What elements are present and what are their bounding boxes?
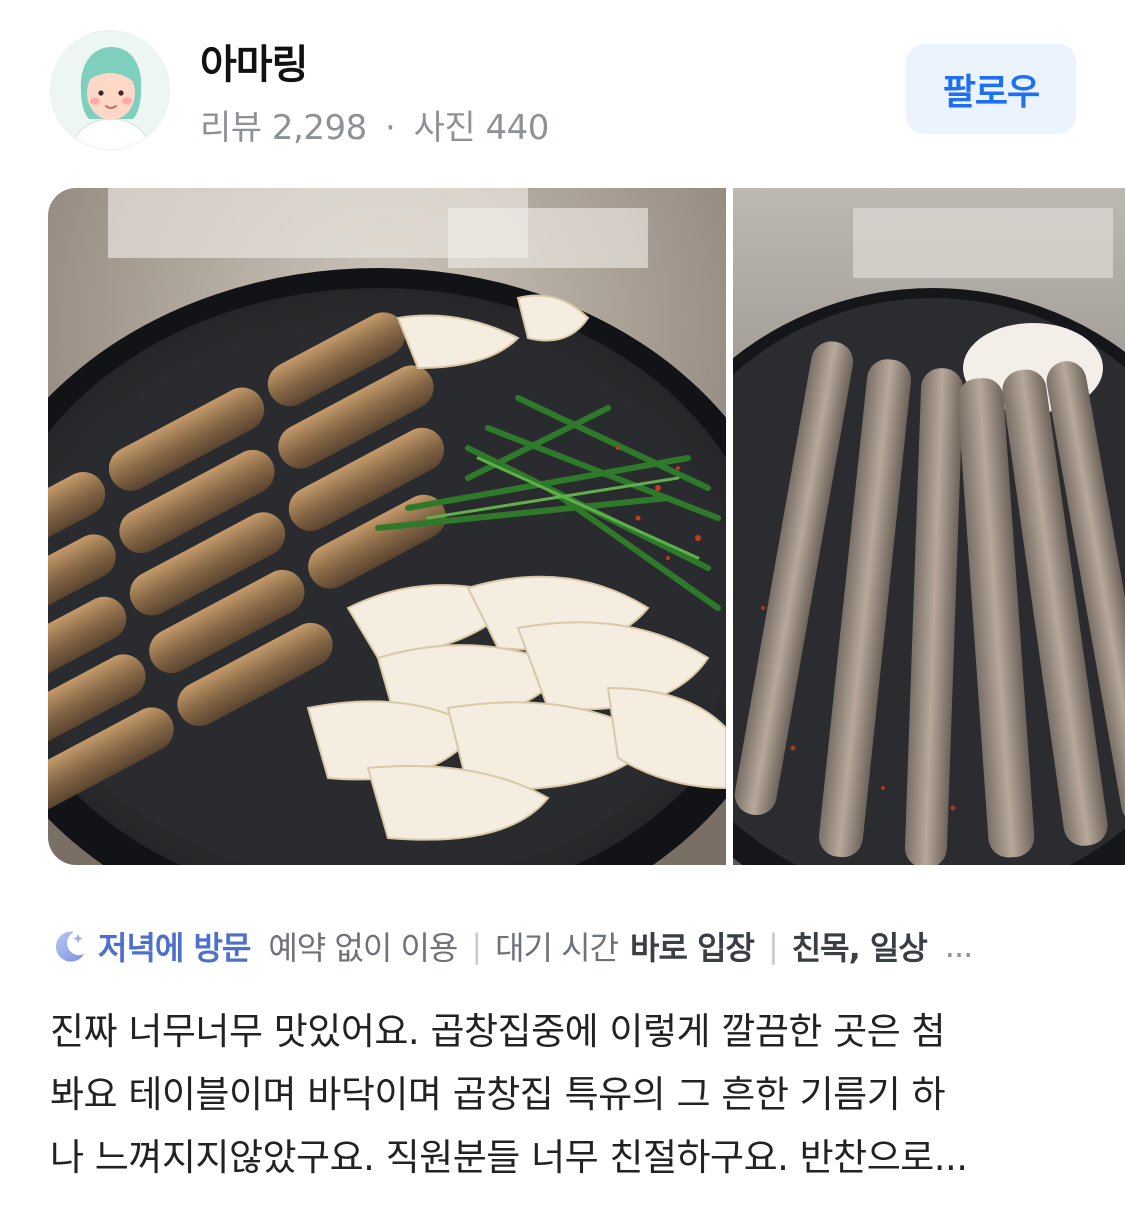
review-photo-1[interactable] (48, 188, 726, 865)
photo-label: 사진 (413, 108, 476, 148)
user-stats: 리뷰 2,298 · 사진 440 (200, 100, 549, 149)
tag-separator: | (471, 927, 482, 965)
food-photo-icon (733, 188, 1125, 865)
review-line: 봐요 테이블이며 바닥이며 곱창집 특유의 그 흔한 기름기 하 (50, 1073, 946, 1116)
avatar-illustration-icon (51, 31, 169, 149)
reservation-tag: 예약 없이 이용 (268, 929, 458, 967)
wait-value: 바로 입장 (630, 929, 755, 967)
review-text[interactable]: 진짜 너무너무 맛있어요. 곱창집중에 이렇게 깔끔한 곳은 첨 봐요 테이블이… (50, 1000, 1080, 1189)
visit-tags: 저녁에 방문 예약 없이 이용 | 대기 시간 바로 입장 | 친목, 일상 .… (50, 922, 1090, 970)
food-photo-icon (48, 188, 726, 865)
tag-separator: | (767, 927, 779, 965)
user-name[interactable]: 아마링 (200, 32, 308, 90)
review-count: 2,298 (271, 108, 367, 148)
more-tags-button[interactable]: ... (945, 927, 973, 965)
moon-icon (55, 931, 84, 962)
review-label: 리뷰 (200, 108, 262, 148)
follow-button[interactable]: 팔로우 (906, 44, 1076, 134)
stats-separator: · (385, 108, 396, 148)
avatar[interactable] (50, 30, 170, 150)
review-line: 나 느껴지지않았구요. 직원분들 너무 친절하구요. 반찬으로... (50, 1136, 968, 1179)
wait-label: 대기 시간 (495, 929, 619, 967)
purpose-tag: 친목, 일상 (791, 929, 928, 967)
review-line: 진짜 너무너무 맛있어요. 곱창집중에 이렇게 깔끔한 곳은 첨 (50, 1010, 946, 1053)
visit-time-tag: 저녁에 방문 (98, 929, 251, 967)
review-photo-2[interactable] (733, 188, 1125, 865)
photo-count: 440 (485, 108, 550, 148)
review-card: 아마링 리뷰 2,298 · 사진 440 팔로우 저녁에 방문 예약 없이 이… (0, 0, 1125, 1213)
